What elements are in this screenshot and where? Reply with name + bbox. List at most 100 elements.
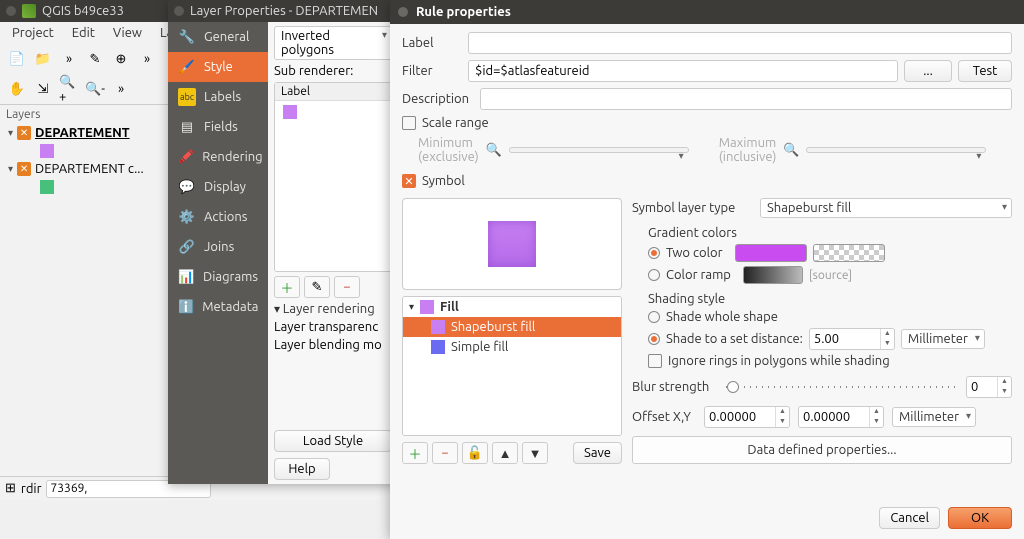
color-ramp-radio[interactable] — [648, 269, 660, 281]
description-input[interactable] — [480, 88, 1012, 110]
chevron-down-icon[interactable]: ▾ — [409, 301, 414, 313]
remove-rule-button[interactable]: − — [334, 276, 360, 298]
move-down-button[interactable]: ▼ — [522, 442, 548, 464]
offset-x-input[interactable] — [705, 410, 775, 424]
blur-strength-slider[interactable] — [726, 382, 958, 392]
info-icon: ℹ️ — [178, 298, 194, 316]
rules-list[interactable]: Label — [274, 82, 392, 272]
color2-swatch[interactable] — [813, 244, 885, 262]
filter-expression-button[interactable]: ... — [904, 60, 952, 82]
shade-unit-combo[interactable]: Millimeter — [901, 329, 985, 349]
layer-properties-titlebar: Layer Properties - DEPARTEMEN — [168, 0, 398, 22]
tab-fields[interactable]: ▤Fields — [168, 112, 268, 142]
symbol-layer-type-combo[interactable]: Shapeburst fill — [760, 198, 1012, 218]
toggle-extents-icon[interactable]: ⊞ — [4, 481, 17, 497]
tab-diagrams[interactable]: 📊Diagrams — [168, 262, 268, 292]
edit-toggle-icon[interactable]: ✎ — [84, 48, 106, 70]
tab-actions[interactable]: ⚙️Actions — [168, 202, 268, 232]
blur-strength-stepper[interactable]: ▲▼ — [966, 376, 1012, 398]
close-icon[interactable] — [398, 7, 408, 17]
tab-joins[interactable]: 🔗Joins — [168, 232, 268, 262]
filter-test-button[interactable]: Test — [958, 60, 1012, 82]
shade-distance-input[interactable] — [810, 332, 880, 346]
offset-x-stepper[interactable]: ▲▼ — [704, 406, 790, 428]
pan-icon[interactable]: ✋ — [6, 78, 28, 100]
shade-distance-stepper[interactable]: ▲▼ — [809, 328, 895, 350]
minimum-label: Minimum (exclusive) — [418, 136, 479, 164]
tab-label: Fields — [204, 120, 238, 134]
close-icon[interactable] — [174, 6, 184, 16]
ok-button[interactable]: OK — [948, 507, 1012, 529]
tab-label: Display — [204, 180, 246, 194]
cancel-button[interactable]: Cancel — [879, 507, 940, 529]
edit-rule-button[interactable]: ✎ — [304, 276, 330, 298]
tab-rendering[interactable]: 🖍️Rendering — [168, 142, 268, 172]
symbol-layers-tree[interactable]: ▾ Fill Shapeburst fill Simple fill — [402, 296, 622, 436]
symbol-layer-name: Simple fill — [451, 340, 508, 354]
save-symbol-button[interactable]: Save — [573, 442, 622, 464]
two-color-radio[interactable] — [648, 247, 660, 259]
layer-properties-window: Layer Properties - DEPARTEMEN 🔧General 🖌… — [168, 0, 398, 484]
overflow-icon[interactable]: » — [58, 48, 80, 70]
offset-xy-label: Offset X,Y — [632, 410, 696, 424]
layer-visible-checkbox[interactable]: ✕ — [17, 126, 31, 140]
layer-rendering-section[interactable]: ▾ Layer rendering — [274, 302, 392, 316]
tab-labels[interactable]: abcLabels — [168, 82, 268, 112]
tab-style[interactable]: 🖌️Style — [168, 52, 268, 82]
tab-label: Diagrams — [203, 270, 258, 284]
symbol-checkbox[interactable]: ✕ — [402, 174, 416, 188]
chevron-down-icon[interactable]: ▾ — [8, 163, 13, 175]
filter-input[interactable] — [468, 60, 898, 82]
layer-swatch-icon — [40, 144, 54, 158]
lock-layer-button[interactable]: 🔓 — [462, 442, 488, 464]
layer-visible-checkbox[interactable]: ✕ — [17, 162, 31, 176]
help-button[interactable]: Help — [274, 458, 330, 480]
menu-view[interactable]: View — [105, 24, 150, 42]
data-defined-button[interactable]: Data defined properties... — [632, 436, 1012, 464]
add-layer-button[interactable]: ＋ — [402, 442, 428, 464]
blur-strength-input[interactable] — [967, 380, 997, 394]
close-icon[interactable] — [6, 6, 16, 16]
rules-toolbar: ＋ ✎ − — [274, 276, 392, 298]
layer-name: DEPARTEMENT — [35, 126, 130, 140]
symbol-layer-row[interactable]: Shapeburst fill — [403, 317, 621, 337]
move-up-button[interactable]: ▲ — [492, 442, 518, 464]
tab-general[interactable]: 🔧General — [168, 22, 268, 52]
section-label: Layer rendering — [283, 302, 375, 316]
symbol-preview — [402, 198, 622, 290]
offset-y-stepper[interactable]: ▲▼ — [798, 406, 884, 428]
two-color-label: Two color — [666, 246, 723, 260]
rule-properties-titlebar: Rule properties — [390, 0, 1024, 24]
tab-metadata[interactable]: ℹ️Metadata — [168, 292, 268, 322]
tab-display[interactable]: 💬Display — [168, 172, 268, 202]
pan-to-selection-icon[interactable]: ⇲ — [32, 78, 54, 100]
label-input[interactable] — [468, 32, 1012, 54]
renderer-combo[interactable]: Inverted polygons — [274, 26, 392, 60]
chevron-down-icon[interactable]: ▾ — [8, 127, 13, 139]
menu-edit[interactable]: Edit — [64, 24, 103, 42]
offset-y-input[interactable] — [799, 410, 869, 424]
offset-unit-combo[interactable]: Millimeter — [892, 407, 976, 427]
add-rule-button[interactable]: ＋ — [274, 276, 300, 298]
scale-range-checkbox[interactable] — [402, 116, 416, 130]
blending-label: Layer blending mo — [274, 338, 392, 352]
sub-renderer-label: Sub renderer: — [274, 64, 392, 78]
overflow3-icon[interactable]: » — [110, 78, 132, 100]
zoom-in-icon[interactable]: 🔍+ — [58, 78, 80, 100]
new-project-icon[interactable]: 📄 — [6, 48, 28, 70]
shade-whole-radio[interactable] — [648, 311, 660, 323]
open-project-icon[interactable]: 📁 — [32, 48, 54, 70]
load-style-button[interactable]: Load Style — [274, 430, 392, 452]
overflow2-icon[interactable]: » — [136, 48, 158, 70]
menu-project[interactable]: Project — [4, 24, 62, 42]
symbol-layer-row[interactable]: Simple fill — [403, 337, 621, 357]
symbol-fill-group[interactable]: ▾ Fill — [403, 297, 621, 317]
shade-distance-radio[interactable] — [648, 333, 660, 345]
tab-label: Style — [204, 60, 233, 74]
color1-swatch[interactable] — [735, 244, 807, 262]
ignore-rings-checkbox[interactable] — [648, 354, 662, 368]
add-feature-icon[interactable]: ⊕ — [110, 48, 132, 70]
rule-row[interactable] — [275, 101, 391, 123]
remove-layer-button[interactable]: − — [432, 442, 458, 464]
zoom-out-icon[interactable]: 🔍- — [84, 78, 106, 100]
